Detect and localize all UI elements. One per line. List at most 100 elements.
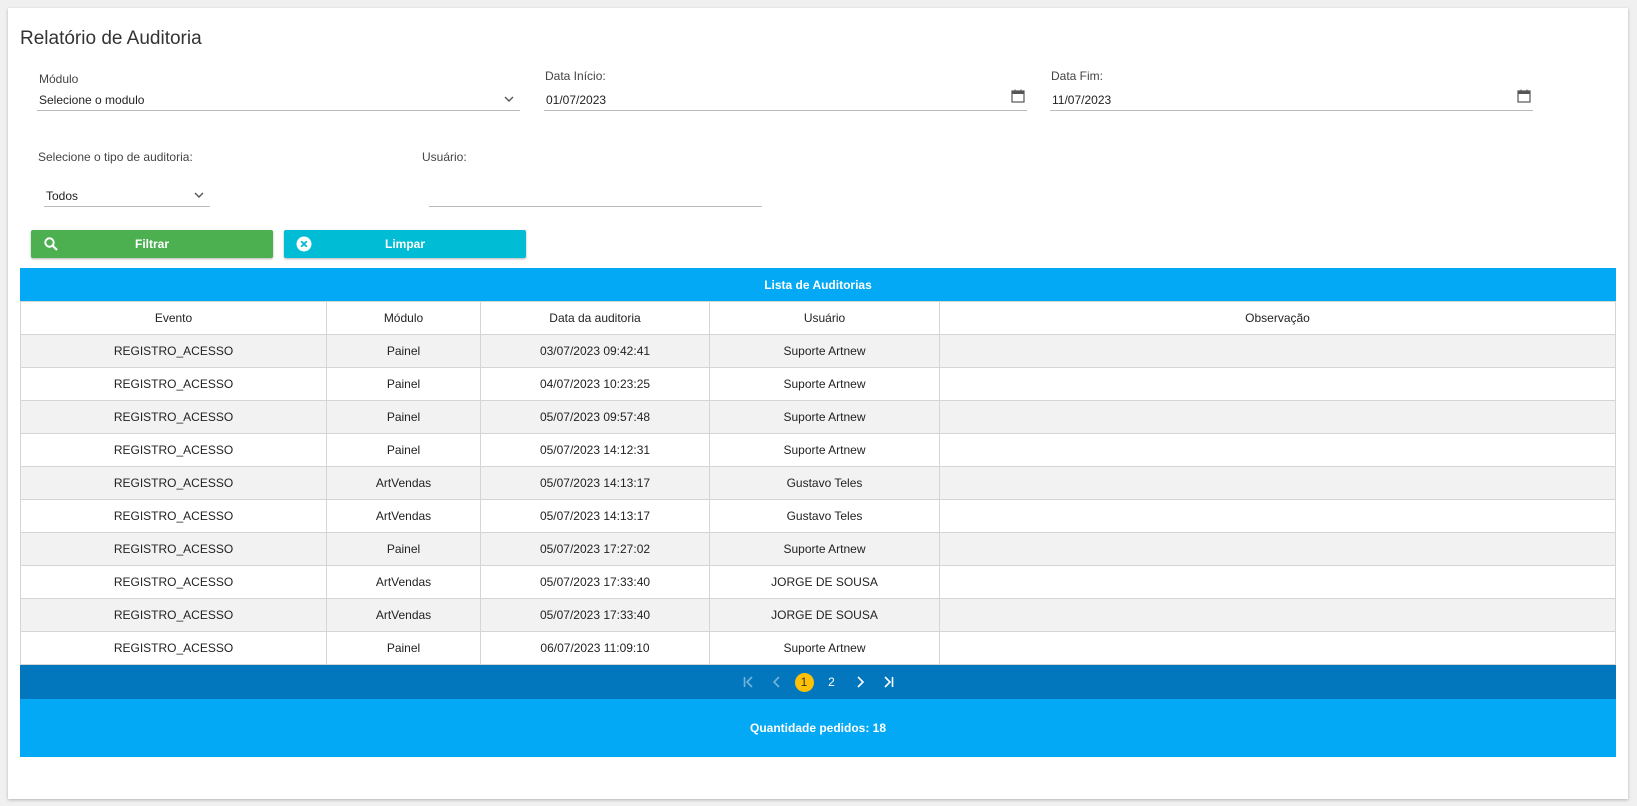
data-inicio-label: Data Início: bbox=[545, 69, 606, 83]
report-card: Relatório de Auditoria Módulo Selecione … bbox=[8, 8, 1628, 799]
modulo-select-value: Selecione o modulo bbox=[39, 93, 145, 107]
cell-evento: REGISTRO_ACESSO bbox=[20, 499, 327, 533]
column-header-evento[interactable]: Evento bbox=[20, 301, 327, 335]
cell-data: 03/07/2023 09:42:41 bbox=[480, 334, 710, 368]
cell-modulo: Painel bbox=[326, 400, 481, 434]
page-title: Relatório de Auditoria bbox=[20, 28, 202, 49]
cell-usuario: Gustavo Teles bbox=[709, 499, 940, 533]
cell-data: 05/07/2023 09:57:48 bbox=[480, 400, 710, 434]
grid-title: Lista de Auditorias bbox=[20, 268, 1616, 301]
cell-evento: REGISTRO_ACESSO bbox=[20, 598, 327, 632]
data-fim-label: Data Fim: bbox=[1051, 69, 1104, 83]
cell-modulo: Painel bbox=[326, 334, 481, 368]
first-page-button[interactable] bbox=[739, 672, 759, 692]
cell-data: 05/07/2023 17:33:40 bbox=[480, 565, 710, 599]
cell-observacao bbox=[939, 598, 1616, 632]
cell-data: 05/07/2023 14:12:31 bbox=[480, 433, 710, 467]
chevron-left-icon bbox=[772, 676, 780, 688]
page-2-button[interactable]: 2 bbox=[822, 672, 842, 692]
modulo-select[interactable]: Selecione o modulo bbox=[37, 85, 520, 111]
data-inicio-value: 01/07/2023 bbox=[546, 93, 607, 107]
cell-usuario: Suporte Artnew bbox=[709, 433, 940, 467]
cell-data: 05/07/2023 14:13:17 bbox=[480, 466, 710, 500]
calendar-icon[interactable] bbox=[1517, 89, 1531, 103]
cell-evento: REGISTRO_ACESSO bbox=[20, 631, 327, 665]
cell-evento: REGISTRO_ACESSO bbox=[20, 565, 327, 599]
cell-modulo: ArtVendas bbox=[326, 565, 481, 599]
usuario-label: Usuário: bbox=[422, 150, 467, 164]
data-fim-value: 11/07/2023 bbox=[1052, 93, 1112, 107]
modulo-label: Módulo bbox=[39, 72, 79, 86]
cell-data: 05/07/2023 17:27:02 bbox=[480, 532, 710, 566]
cell-evento: REGISTRO_ACESSO bbox=[20, 466, 327, 500]
cell-modulo: Painel bbox=[326, 433, 481, 467]
cell-modulo: ArtVendas bbox=[326, 466, 481, 500]
filtrar-button[interactable]: Filtrar bbox=[31, 230, 273, 258]
auditorias-table: Evento Módulo Data da auditoria Usuário … bbox=[20, 301, 1616, 665]
cell-data: 05/07/2023 14:13:17 bbox=[480, 499, 710, 533]
cell-usuario: Suporte Artnew bbox=[709, 400, 940, 434]
cell-evento: REGISTRO_ACESSO bbox=[20, 400, 327, 434]
table-row[interactable]: REGISTRO_ACESSO ArtVendas 05/07/2023 17:33… bbox=[20, 565, 1616, 599]
column-header-data[interactable]: Data da auditoria bbox=[480, 301, 710, 335]
pagination-bar: 1 2 bbox=[20, 665, 1616, 699]
tipo-auditoria-label: Selecione o tipo de auditoria: bbox=[38, 150, 193, 164]
next-page-button[interactable] bbox=[850, 672, 870, 692]
table-header-row: Evento Módulo Data da auditoria Usuário … bbox=[20, 301, 1616, 335]
table-row[interactable]: REGISTRO_ACESSO ArtVendas 05/07/2023 17:33… bbox=[20, 598, 1616, 632]
last-page-icon bbox=[883, 676, 893, 688]
table-row[interactable]: REGISTRO_ACESSO ArtVendas 05/07/2023 14:13… bbox=[20, 499, 1616, 533]
calendar-icon[interactable] bbox=[1011, 89, 1025, 103]
cell-observacao bbox=[939, 499, 1616, 533]
page-1-button[interactable]: 1 bbox=[794, 672, 814, 692]
last-page-button[interactable] bbox=[878, 672, 898, 692]
table-row[interactable]: REGISTRO_ACESSO ArtVendas 05/07/2023 14:13… bbox=[20, 466, 1616, 500]
cell-observacao bbox=[939, 565, 1616, 599]
cell-evento: REGISTRO_ACESSO bbox=[20, 532, 327, 566]
usuario-input[interactable] bbox=[429, 181, 762, 207]
grid-footer-total: Quantidade pedidos: 18 bbox=[20, 699, 1616, 757]
cell-modulo: Painel bbox=[326, 631, 481, 665]
column-header-usuario[interactable]: Usuário bbox=[709, 301, 940, 335]
column-header-modulo[interactable]: Módulo bbox=[326, 301, 481, 335]
data-fim-field[interactable]: 11/07/2023 bbox=[1050, 85, 1533, 111]
column-header-observacao[interactable]: Observação bbox=[939, 301, 1616, 335]
cell-usuario: Suporte Artnew bbox=[709, 334, 940, 368]
first-page-icon bbox=[743, 676, 753, 688]
cell-observacao bbox=[939, 334, 1616, 368]
tipo-auditoria-select[interactable]: Todos bbox=[44, 181, 210, 207]
cell-modulo: ArtVendas bbox=[326, 598, 481, 632]
table-row[interactable]: REGISTRO_ACESSO Painel 05/07/2023 14:12:31… bbox=[20, 433, 1616, 467]
cell-data: 06/07/2023 11:09:10 bbox=[480, 631, 710, 665]
table-row[interactable]: REGISTRO_ACESSO Painel 05/07/2023 09:57:48… bbox=[20, 400, 1616, 434]
cell-modulo: ArtVendas bbox=[326, 499, 481, 533]
cell-observacao bbox=[939, 433, 1616, 467]
table-row[interactable]: REGISTRO_ACESSO Painel 05/07/2023 17:27:02… bbox=[20, 532, 1616, 566]
cell-usuario: Suporte Artnew bbox=[709, 631, 940, 665]
cell-usuario: JORGE DE SOUSA bbox=[709, 598, 940, 632]
cell-usuario: Suporte Artnew bbox=[709, 367, 940, 401]
table-row[interactable]: REGISTRO_ACESSO Painel 03/07/2023 09:42:41… bbox=[20, 334, 1616, 368]
cell-data: 04/07/2023 10:23:25 bbox=[480, 367, 710, 401]
previous-page-button[interactable] bbox=[767, 672, 787, 692]
cell-observacao bbox=[939, 532, 1616, 566]
limpar-button-label: Limpar bbox=[384, 237, 425, 251]
limpar-button[interactable]: Limpar bbox=[284, 230, 526, 258]
cell-data: 05/07/2023 17:33:40 bbox=[480, 598, 710, 632]
table-row[interactable]: REGISTRO_ACESSO Painel 06/07/2023 11:09:10… bbox=[20, 631, 1616, 665]
table-row[interactable]: REGISTRO_ACESSO Painel 04/07/2023 10:23:25… bbox=[20, 367, 1616, 401]
cell-observacao bbox=[939, 400, 1616, 434]
search-icon bbox=[44, 237, 58, 251]
clear-circle-icon bbox=[296, 236, 312, 252]
cell-evento: REGISTRO_ACESSO bbox=[20, 433, 327, 467]
auditorias-grid: Lista de Auditorias Evento Módulo Data d… bbox=[20, 268, 1616, 757]
cell-observacao bbox=[939, 367, 1616, 401]
cell-modulo: Painel bbox=[326, 532, 481, 566]
tipo-auditoria-value: Todos bbox=[46, 189, 79, 203]
cell-usuario: Suporte Artnew bbox=[709, 532, 940, 566]
cell-observacao bbox=[939, 466, 1616, 500]
data-inicio-field[interactable]: 01/07/2023 bbox=[544, 85, 1027, 111]
chevron-right-icon bbox=[856, 676, 864, 688]
chevron-down-icon bbox=[504, 96, 514, 102]
filtrar-button-label: Filtrar bbox=[134, 237, 169, 251]
